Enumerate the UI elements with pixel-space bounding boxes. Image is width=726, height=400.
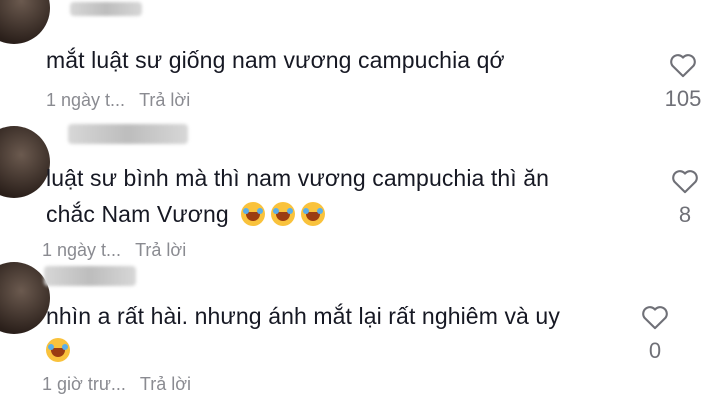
comment-username[interactable]: user <box>44 266 136 286</box>
heart-outline-icon <box>672 170 698 194</box>
reply-button[interactable]: Trả lời <box>140 374 191 394</box>
like-button[interactable]: 8 <box>655 168 715 228</box>
reply-button[interactable]: Trả lời <box>139 90 190 110</box>
like-count: 0 <box>648 338 662 363</box>
comment-time: 1 ngày t... <box>46 90 126 110</box>
comment-text-line-2: chắc Nam Vương <box>46 196 326 232</box>
comment-text: mắt luật sư giống nam vương campuchia qớ <box>46 47 505 73</box>
like-button[interactable]: 105 <box>653 52 713 112</box>
comment-text-line-1: nhìn a rất hài. nhưng ánh mắt lại rất ng… <box>46 303 560 329</box>
avatar[interactable] <box>0 126 50 198</box>
comment-text-line-2 <box>40 332 70 368</box>
comment-meta: 1 giờ trư... Trả lời <box>42 374 191 395</box>
laughing-emoji-icon <box>241 202 266 226</box>
like-button[interactable]: 0 <box>625 304 685 364</box>
avatar[interactable] <box>0 0 50 44</box>
laughing-emoji-icon <box>301 202 326 226</box>
comment-text-line-1: luật sư bình mà thì nam vương campuchia … <box>46 165 550 191</box>
comment-meta: 1 ngày t... Trả lời <box>46 90 190 111</box>
comment-meta: 1 ngày t... Trả lời <box>42 240 186 261</box>
comment-time: 1 ngày t... <box>42 240 122 260</box>
comment-username[interactable]: user <box>68 124 188 144</box>
avatar[interactable] <box>0 262 50 334</box>
heart-outline-icon <box>670 54 696 78</box>
like-count: 105 <box>664 86 702 111</box>
comment-time: 1 giờ trư... <box>42 374 126 394</box>
reply-button[interactable]: Trả lời <box>135 240 186 260</box>
heart-outline-icon <box>642 306 668 330</box>
comment-text-line-2-text: chắc Nam Vương <box>46 201 229 227</box>
laughing-emoji-icon <box>46 338 70 362</box>
comment-text: nhìn a rất hài. nhưng ánh mắt lại rất ng… <box>46 298 560 334</box>
like-count: 8 <box>678 202 692 227</box>
laughing-emoji-icon <box>271 202 296 226</box>
comment-username[interactable]: hongle <box>70 2 142 16</box>
